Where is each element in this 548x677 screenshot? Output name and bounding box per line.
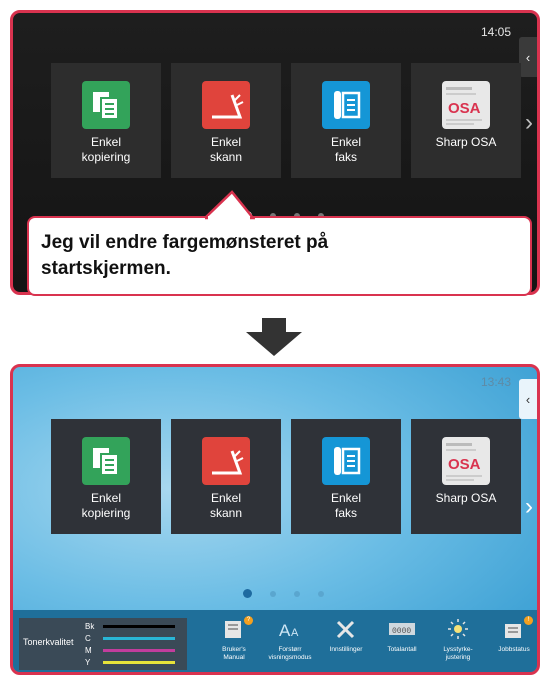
next-page-arrow[interactable]: › bbox=[525, 493, 533, 521]
clock: 14:05 bbox=[480, 25, 511, 39]
side-panel-tab[interactable]: ‹ bbox=[519, 379, 537, 419]
status-button-label: Innstillinger bbox=[329, 646, 363, 653]
toner-level-panel[interactable]: Tonerkvalitet Bk C M Y bbox=[19, 618, 187, 670]
tile-label: Enkel kopiering bbox=[81, 135, 131, 164]
tile-simple-copy[interactable]: Enkel kopiering bbox=[51, 419, 161, 534]
tile-sharp-osa[interactable]: OSA Sharp OSA bbox=[411, 63, 521, 178]
svg-text:A: A bbox=[279, 621, 291, 640]
page-dot-active[interactable] bbox=[243, 589, 252, 598]
magnify-mode-button[interactable]: AA Forstørr visningsmodus bbox=[261, 614, 319, 670]
page-dot[interactable] bbox=[270, 590, 276, 597]
tile-simple-fax[interactable]: Enkel faks bbox=[291, 63, 401, 178]
book-icon: ? bbox=[205, 616, 263, 642]
sharp-osa-icon: OSA bbox=[442, 81, 490, 129]
toner-bar-y bbox=[103, 661, 175, 664]
status-button-label: Lysstyrke- justering bbox=[443, 646, 473, 661]
toner-key: Bk bbox=[85, 622, 95, 631]
callout-text: Jeg vil endre fargemønsteret på startskj… bbox=[41, 232, 329, 279]
user-manual-button[interactable]: ? Bruker's Manual bbox=[205, 614, 263, 670]
tile-simple-copy[interactable]: Enkel kopiering bbox=[51, 63, 161, 178]
shortcut-tiles: Enkel kopiering Enkel skann Enkel faks O… bbox=[51, 63, 521, 178]
toner-bar-bk bbox=[103, 625, 175, 628]
page-indicator bbox=[243, 589, 324, 598]
sharp-osa-icon: OSA bbox=[442, 437, 490, 485]
toner-row-m: M bbox=[85, 646, 175, 655]
counter-digits: 0000 bbox=[392, 627, 411, 636]
counter-icon: 0000 bbox=[373, 618, 431, 642]
svg-text:A: A bbox=[291, 627, 299, 639]
toner-bar-c bbox=[103, 637, 175, 640]
callout-pointer bbox=[205, 190, 255, 222]
tile-sharp-osa[interactable]: OSA Sharp OSA bbox=[411, 419, 521, 534]
fax-icon bbox=[322, 437, 370, 485]
tile-label: Enkel skann bbox=[209, 491, 243, 520]
copy-icon bbox=[82, 437, 130, 485]
status-button-label: Totalantall bbox=[387, 646, 417, 653]
tools-icon bbox=[317, 618, 375, 642]
status-button-label: Forstørr visningsmodus bbox=[268, 646, 312, 661]
osa-logo-text: OSA bbox=[448, 456, 481, 473]
tile-label: Enkel skann bbox=[209, 135, 243, 164]
total-count-button[interactable]: 0000 Totalantall bbox=[373, 614, 431, 670]
down-arrow-icon bbox=[246, 318, 302, 356]
osa-logo-text: OSA bbox=[448, 100, 481, 117]
tile-label: Enkel faks bbox=[330, 491, 362, 520]
tile-simple-scan[interactable]: Enkel skann bbox=[171, 419, 281, 534]
text-size-icon: AA bbox=[261, 618, 319, 642]
page-dot[interactable] bbox=[318, 590, 324, 597]
help-badge: ? bbox=[244, 616, 253, 625]
toner-row-bk: Bk bbox=[85, 622, 175, 631]
callout-box: Jeg vil endre fargemønsteret på startskj… bbox=[27, 216, 532, 296]
status-bar: Tonerkvalitet Bk C M Y ? Bruker's Manual… bbox=[13, 610, 537, 672]
shortcut-tiles: Enkel kopiering Enkel skann Enkel faks O… bbox=[51, 419, 521, 534]
brightness-button[interactable]: Lysstyrke- justering bbox=[429, 614, 487, 670]
page-dot[interactable] bbox=[294, 590, 300, 597]
side-panel-tab[interactable]: ‹ bbox=[519, 37, 537, 77]
tile-simple-scan[interactable]: Enkel skann bbox=[171, 63, 281, 178]
tile-label: Enkel kopiering bbox=[81, 491, 131, 520]
alert-badge: ! bbox=[524, 616, 533, 625]
toner-bar-m bbox=[103, 649, 175, 652]
copy-icon bbox=[82, 81, 130, 129]
brightness-icon bbox=[429, 618, 487, 642]
toner-row-y: Y bbox=[85, 658, 175, 667]
tile-label: Sharp OSA bbox=[435, 135, 497, 149]
home-screen-blue: 13:43 ‹ Enkel kopiering Enkel skann Enke… bbox=[10, 364, 540, 675]
scan-icon bbox=[202, 81, 250, 129]
fax-icon bbox=[322, 81, 370, 129]
settings-button[interactable]: Innstillinger bbox=[317, 614, 375, 670]
job-status-button[interactable]: ! Jobbstatus bbox=[485, 614, 537, 670]
toner-key: C bbox=[85, 634, 91, 643]
job-status-icon: ! bbox=[485, 616, 537, 642]
status-button-label: Bruker's Manual bbox=[222, 646, 246, 661]
toner-key: Y bbox=[85, 658, 91, 667]
tile-simple-fax[interactable]: Enkel faks bbox=[291, 419, 401, 534]
scan-icon bbox=[202, 437, 250, 485]
tile-label: Enkel faks bbox=[330, 135, 362, 164]
status-button-label: Jobbstatus bbox=[498, 646, 530, 653]
toner-row-c: C bbox=[85, 634, 175, 643]
clock: 13:43 bbox=[480, 375, 511, 389]
toner-key: M bbox=[85, 646, 92, 655]
toner-label: Tonerkvalitet bbox=[23, 637, 74, 647]
tile-label: Sharp OSA bbox=[435, 491, 497, 505]
next-page-arrow[interactable]: › bbox=[525, 109, 533, 137]
